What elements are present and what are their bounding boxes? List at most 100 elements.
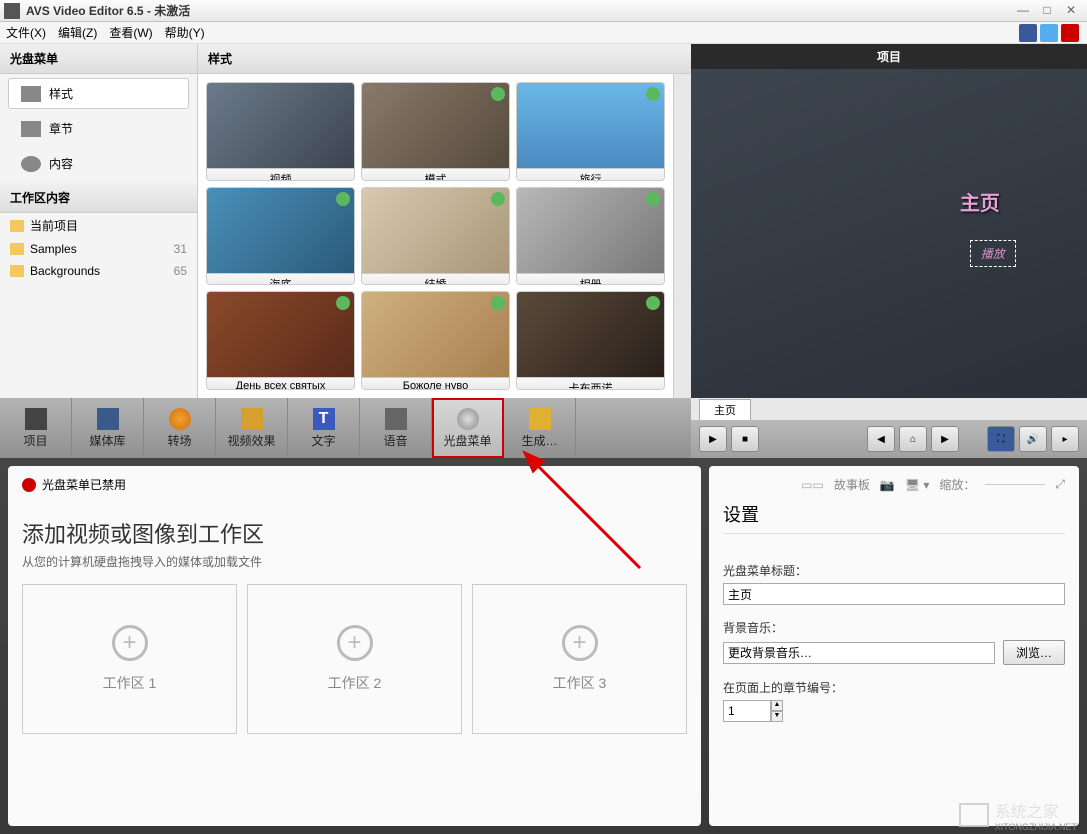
- plus-icon: +: [562, 625, 598, 661]
- menu-view[interactable]: 查看(W): [109, 24, 152, 41]
- zoom-slider[interactable]: [985, 484, 1045, 485]
- styles-panel: 样式 视频 模式 旅行 海底 结婚 相册 День всех святых Бо…: [198, 44, 691, 398]
- workzone-2[interactable]: +工作区 2: [247, 584, 462, 734]
- folder-backgrounds[interactable]: Backgrounds 65: [0, 260, 197, 282]
- style-album[interactable]: 相册: [516, 187, 665, 286]
- folder-icon: [10, 243, 24, 255]
- chapter-spinner[interactable]: ▲▼: [723, 700, 783, 722]
- style-beaujolais[interactable]: Божоле нуво: [361, 291, 510, 390]
- menu-edit[interactable]: 编辑(Z): [58, 24, 97, 41]
- styles-grid: 视频 模式 旅行 海底 结婚 相册 День всех святых Божол…: [198, 74, 673, 398]
- fit-icon[interactable]: ⤢: [1055, 477, 1065, 492]
- star-icon: [336, 192, 350, 206]
- text-tool[interactable]: T文字: [288, 398, 360, 458]
- plus-icon: +: [337, 625, 373, 661]
- main-toolbar: 项目 媒体库 转场 视频效果 T文字 语音 光盘菜单 生成… 主页 ▶ ■ ◀ …: [0, 398, 1087, 458]
- settings-panel: ▭▭ 故事板 📷 🖥 ▾ 缩放： ⤢ 设置 光盘菜单标题： 背景音乐： 浏览…: [709, 466, 1079, 826]
- videofx-icon: [241, 408, 263, 430]
- discmenu-icon: [457, 408, 479, 430]
- chapter-icon: [21, 121, 41, 137]
- title-label: 光盘菜单标题：: [723, 562, 1065, 579]
- play-button[interactable]: ▶: [699, 426, 727, 452]
- chapter-label: 在页面上的章节编号：: [723, 679, 1065, 696]
- browse-button[interactable]: 浏览…: [1003, 640, 1065, 665]
- voice-icon: [385, 408, 407, 430]
- star-icon: [491, 87, 505, 101]
- preview-body: 主页 播放: [691, 69, 1087, 398]
- watermark-logo: [959, 803, 989, 827]
- fullscreen-button[interactable]: ⛶: [987, 426, 1015, 452]
- transition-tool[interactable]: 转场: [144, 398, 216, 458]
- folder-current[interactable]: 当前项目: [0, 213, 197, 238]
- preview-play-text[interactable]: 播放: [970, 240, 1016, 267]
- next-button[interactable]: ▶: [931, 426, 959, 452]
- storyboard-label[interactable]: 故事板: [834, 476, 870, 493]
- media-icon: [97, 408, 119, 430]
- content-button[interactable]: 内容: [8, 148, 189, 179]
- home-button[interactable]: ⌂: [899, 426, 927, 452]
- disabled-label: 光盘菜单已禁用: [42, 476, 126, 493]
- transition-icon: [169, 408, 191, 430]
- style-video[interactable]: 视频: [206, 82, 355, 181]
- facebook-icon[interactable]: [1019, 24, 1037, 42]
- bgm-input[interactable]: [723, 642, 995, 664]
- app-icon: [4, 3, 20, 19]
- workzone-1[interactable]: +工作区 1: [22, 584, 237, 734]
- produce-tool[interactable]: 生成…: [504, 398, 576, 458]
- bgm-label: 背景音乐：: [723, 619, 1065, 636]
- close-button[interactable]: ✕: [1059, 3, 1083, 19]
- stop-button[interactable]: ■: [731, 426, 759, 452]
- window-title: AVS Video Editor 6.5 - 未激活: [26, 2, 1011, 19]
- menubar: 文件(X) 编辑(Z) 查看(W) 帮助(Y): [0, 22, 1087, 44]
- style-button[interactable]: 样式: [8, 78, 189, 109]
- chapter-button[interactable]: 章节: [8, 113, 189, 144]
- workarea-subtitle: 从您的计算机硬盘拖拽导入的媒体或加载文件: [22, 553, 687, 570]
- workzone-3[interactable]: +工作区 3: [472, 584, 687, 734]
- star-icon: [491, 192, 505, 206]
- videofx-tool[interactable]: 视频效果: [216, 398, 288, 458]
- prev-button[interactable]: ◀: [867, 426, 895, 452]
- plus-icon: +: [112, 625, 148, 661]
- star-icon: [646, 87, 660, 101]
- menu-file[interactable]: 文件(X): [6, 24, 46, 41]
- text-icon: T: [313, 408, 335, 430]
- styles-header: 样式: [198, 44, 691, 74]
- workarea-title: 添加视频或图像到工作区: [22, 517, 687, 549]
- spinner-up[interactable]: ▲: [771, 700, 783, 711]
- camera-icon[interactable]: 📷: [880, 478, 895, 492]
- media-tool[interactable]: 媒体库: [72, 398, 144, 458]
- produce-icon: [529, 408, 551, 430]
- voice-tool[interactable]: 语音: [360, 398, 432, 458]
- minimize-button[interactable]: —: [1011, 3, 1035, 19]
- spinner-down[interactable]: ▼: [771, 711, 783, 722]
- disabled-icon: [22, 478, 36, 492]
- volume-button[interactable]: 🔊: [1019, 426, 1047, 452]
- style-travel[interactable]: 旅行: [516, 82, 665, 181]
- menu-help[interactable]: 帮助(Y): [165, 24, 205, 41]
- workarea-panel: 光盘菜单已禁用 添加视频或图像到工作区 从您的计算机硬盘拖拽导入的媒体或加载文件…: [8, 466, 701, 826]
- discmenu-header: 光盘菜单: [0, 44, 197, 74]
- youtube-icon[interactable]: [1061, 24, 1079, 42]
- folder-icon: [10, 220, 24, 232]
- folder-samples[interactable]: Samples 31: [0, 238, 197, 260]
- content-icon: [21, 156, 41, 172]
- more-button[interactable]: ▸: [1051, 426, 1079, 452]
- preview-tab[interactable]: 主页: [699, 399, 751, 420]
- twitter-icon[interactable]: [1040, 24, 1058, 42]
- style-underwater[interactable]: 海底: [206, 187, 355, 286]
- scrollbar[interactable]: [673, 74, 691, 398]
- project-tool[interactable]: 项目: [0, 398, 72, 458]
- style-mode[interactable]: 模式: [361, 82, 510, 181]
- display-icon[interactable]: 🖥 ▾: [905, 478, 930, 492]
- style-wedding[interactable]: 结婚: [361, 187, 510, 286]
- preview-title-text[interactable]: 主页: [960, 187, 1000, 216]
- preview-panel: 项目 主页 播放: [691, 44, 1087, 398]
- style-cappuccino[interactable]: 卡布西诺: [516, 291, 665, 390]
- discmenu-tool[interactable]: 光盘菜单: [432, 398, 504, 458]
- style-halloween[interactable]: День всех святых: [206, 291, 355, 390]
- star-icon: [646, 192, 660, 206]
- left-panel: 光盘菜单 样式 章节 内容 工作区内容 当前项目 Samples: [0, 44, 198, 398]
- preview-image[interactable]: 主页 播放: [691, 69, 1087, 398]
- maximize-button[interactable]: □: [1035, 3, 1059, 19]
- title-input[interactable]: [723, 583, 1065, 605]
